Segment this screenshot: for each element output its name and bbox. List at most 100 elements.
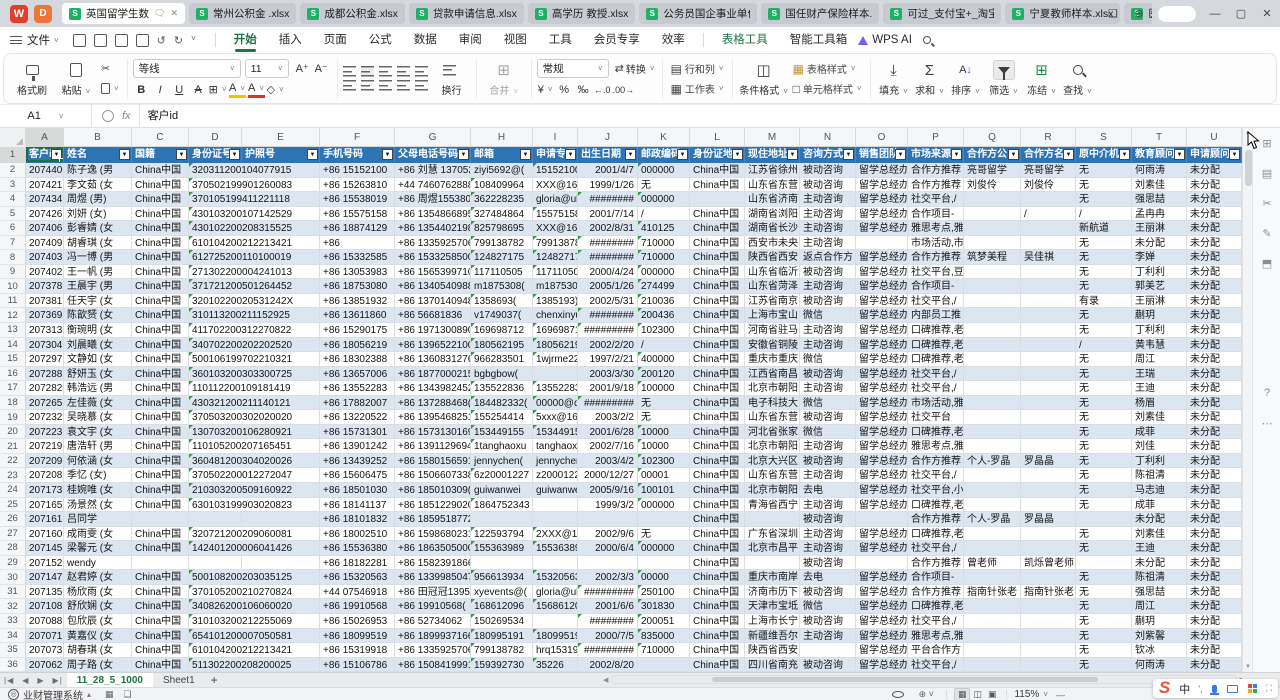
cell[interactable]: 留学总经办 — [856, 178, 908, 193]
cell[interactable]: 何依涵 (女 — [64, 454, 132, 469]
cell[interactable]: 舒妍玉 (女 — [64, 367, 132, 382]
cell[interactable]: 未分配 — [1187, 439, 1242, 454]
cell[interactable]: 刘素佳 — [1132, 178, 1187, 193]
cell[interactable]: 留学总经办 — [856, 265, 908, 280]
cell[interactable]: 湖南省浏阳 — [745, 207, 800, 222]
header-cell[interactable]: 出生日期▼ — [578, 147, 638, 163]
cell[interactable]: 社交平台,/ — [908, 294, 964, 309]
doc-tab[interactable]: S公务员国企事业单位 — [639, 3, 757, 24]
cell[interactable]: China中国 — [690, 527, 745, 542]
cell[interactable]: 799138782 — [471, 643, 533, 658]
cell[interactable] — [1021, 396, 1076, 411]
cell[interactable]: 410125 — [638, 221, 690, 236]
cell[interactable]: 340702200202202520 — [189, 338, 242, 353]
cell[interactable]: 马志迪 — [1132, 483, 1187, 498]
cell[interactable]: ######## — [578, 308, 638, 323]
cell[interactable]: +86 18302388 — [320, 352, 395, 367]
cell[interactable]: 袁文宇 (女 — [64, 425, 132, 440]
cell[interactable]: +86 1370140948 — [395, 294, 471, 309]
font-name-select[interactable]: 等线˅ — [133, 59, 241, 78]
maximize-button[interactable]: ▢ — [1228, 7, 1254, 20]
cell[interactable]: 500108200203035125 — [189, 570, 242, 585]
cell[interactable]: +86 15332585 — [320, 250, 395, 265]
cell[interactable]: 青海省西宁 — [745, 498, 800, 513]
cell[interactable]: guiwanwei — [471, 483, 533, 498]
cell[interactable]: 无 — [1076, 643, 1132, 658]
locate-icon[interactable]: ⊕ ˅ — [919, 689, 934, 700]
cell[interactable]: China中国 — [132, 614, 189, 629]
cell[interactable] — [533, 367, 578, 382]
cell[interactable]: 成菲 — [1132, 425, 1187, 440]
cell[interactable]: 陕西省西安 — [745, 250, 800, 265]
cell[interactable]: chenxinyur — [533, 308, 578, 323]
cell[interactable]: 未分配 — [1187, 381, 1242, 396]
cell[interactable]: 100000 — [638, 381, 690, 396]
cell[interactable]: China中国 — [690, 585, 745, 600]
cell[interactable]: 5xxx@163.c — [533, 410, 578, 425]
cell[interactable] — [1021, 483, 1076, 498]
cell[interactable]: 留学总经办 — [856, 541, 908, 556]
cell[interactable]: 142401200006041426 — [189, 541, 242, 556]
cell[interactable]: China中国 — [132, 396, 189, 411]
cell[interactable]: 舒欣娴 (女 — [64, 599, 132, 614]
cell[interactable]: guiwanwei — [533, 483, 578, 498]
cell[interactable]: 207223 — [26, 425, 64, 440]
menu-tab-表格工具[interactable]: 表格工具 — [711, 27, 779, 53]
export-icon[interactable] — [94, 34, 107, 47]
cell[interactable] — [964, 294, 1021, 309]
row-number-22[interactable]: 22 — [0, 454, 26, 469]
column-header-C[interactable]: C — [132, 128, 189, 147]
cell[interactable]: 刘俊伶 — [964, 178, 1021, 193]
cell[interactable]: +86 18099519 — [320, 629, 395, 644]
cell[interactable] — [132, 512, 189, 527]
cell[interactable]: 梁馨元 (女 — [64, 541, 132, 556]
filter-dropdown-icon[interactable]: ▼ — [565, 149, 576, 160]
cell[interactable]: China中国 — [132, 192, 189, 207]
cell[interactable]: 留学总经办 — [856, 454, 908, 469]
save-icon[interactable] — [73, 34, 86, 47]
cell[interactable]: 被动咨询 — [800, 454, 856, 469]
cell[interactable]: 山东省东营 — [745, 410, 800, 425]
first-sheet-icon[interactable]: |◀ — [4, 676, 14, 685]
cell[interactable]: 未分配 — [1187, 643, 1242, 658]
cell[interactable]: jennychen( — [533, 454, 578, 469]
cell[interactable]: 10000 — [638, 439, 690, 454]
cell[interactable]: 被动咨询 — [800, 294, 856, 309]
cell[interactable]: 无 — [1076, 468, 1132, 483]
cell[interactable]: +86 18874129 — [320, 221, 395, 236]
cell[interactable]: 2000/12/27 — [578, 468, 638, 483]
cell[interactable]: 合作项目- — [908, 207, 964, 222]
cell[interactable]: China中国 — [132, 221, 189, 236]
cell[interactable]: 陕西省西安 — [745, 643, 800, 658]
cell[interactable]: 155363989 — [471, 541, 533, 556]
cell[interactable]: +86 13657006 — [320, 367, 395, 382]
cell[interactable]: 王迪 — [1132, 541, 1187, 556]
cell[interactable]: m1875308( — [471, 279, 533, 294]
cell[interactable]: 刘妍 (女) — [64, 207, 132, 222]
cell[interactable]: 江苏省徐州 — [745, 163, 800, 178]
cell[interactable]: 612725200110100019 — [189, 250, 242, 265]
cell[interactable]: 被动咨询 — [800, 178, 856, 193]
redo-icon[interactable]: ↻ — [174, 34, 183, 47]
cell[interactable] — [964, 236, 1021, 251]
cell[interactable]: +86 1354402198 — [395, 221, 471, 236]
cell[interactable]: 合作项目- — [908, 570, 964, 585]
column-header-I[interactable]: I — [533, 128, 578, 147]
cell[interactable]: China中国 — [690, 294, 745, 309]
cell[interactable] — [964, 381, 1021, 396]
sheet-tab-11_28_5_1000[interactable]: 11_28_5_1000 — [67, 673, 153, 688]
cell[interactable]: 有录 — [1076, 294, 1132, 309]
cell[interactable]: 口碑推荐,老 — [908, 338, 964, 353]
cell[interactable] — [1021, 614, 1076, 629]
cell[interactable]: 周子路 (女 — [64, 658, 132, 672]
cell[interactable]: 124827175 — [533, 250, 578, 265]
cell[interactable]: 吕同学 — [64, 512, 132, 527]
cell[interactable]: 筑梦美程 — [964, 250, 1021, 265]
cell[interactable] — [1076, 512, 1132, 527]
cell[interactable]: 271302200004241013 — [189, 265, 242, 280]
cell[interactable]: 未分配 — [1187, 454, 1242, 469]
cell[interactable]: +86 13053983 — [320, 265, 395, 280]
cell[interactable]: 35226 — [533, 658, 578, 672]
cell[interactable]: 169698712 — [533, 323, 578, 338]
ime-toolbox-icon[interactable] — [1248, 684, 1257, 693]
